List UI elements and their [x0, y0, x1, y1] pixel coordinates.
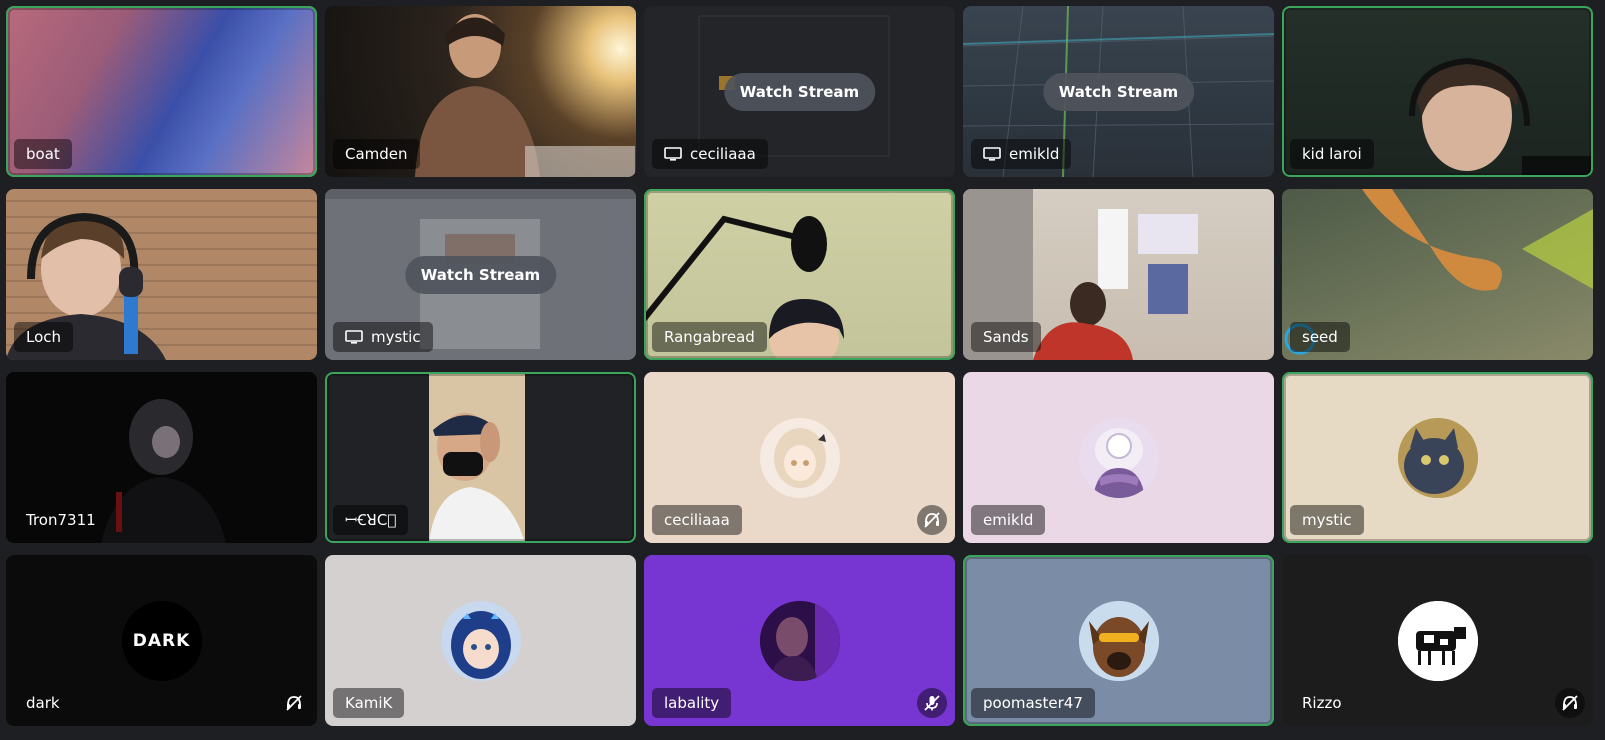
participant-name-label: poomaster47: [971, 688, 1095, 718]
avatar-tile-poomaster47[interactable]: poomaster47: [963, 555, 1274, 726]
headphones-off-icon: [924, 512, 940, 528]
video-tile-camden[interactable]: Camden: [325, 6, 636, 177]
anime-avatar-image: [1092, 427, 1145, 498]
deafened-icon: [1555, 688, 1585, 718]
avatar: [759, 600, 840, 681]
stream-tile-emikld[interactable]: Watch Stream emikld: [963, 6, 1274, 177]
screen-share-icon: [664, 147, 682, 161]
avatar: [1078, 600, 1159, 681]
anime-avatar-image: [773, 427, 826, 488]
watch-stream-button[interactable]: Watch Stream: [404, 255, 557, 294]
avatar-tile-labality[interactable]: labality: [644, 555, 955, 726]
avatar-tile-kamik[interactable]: KamiK: [325, 555, 636, 726]
microphone-off-icon: [924, 695, 940, 711]
participant-name-label: ꟷꞒꓤꓚ⃞: [333, 505, 409, 535]
participant-name-label: mystic: [1290, 505, 1364, 535]
participant-name-label: dark: [26, 694, 60, 712]
avatar-tile-rizzo[interactable]: Rizzo: [1282, 555, 1593, 726]
participant-name: mystic: [371, 328, 421, 346]
muted-icon: [917, 688, 947, 718]
avatar: [759, 417, 840, 498]
avatar: [1078, 417, 1159, 498]
stream-tile-ceciliaaa[interactable]: Watch Stream ceciliaaa: [644, 6, 955, 177]
video-tile-kid-laroi[interactable]: kid laroi: [1282, 6, 1593, 177]
participant-name-label: emikld: [971, 139, 1072, 169]
participant-name: emikld: [1009, 145, 1060, 163]
video-tile-seed[interactable]: seed: [1282, 189, 1593, 360]
screen-share-icon: [983, 147, 1001, 161]
video-tile-loch[interactable]: Loch: [6, 189, 317, 360]
participant-name-label: seed: [1290, 322, 1350, 352]
video-tile-earc[interactable]: ꟷꞒꓤꓚ⃞: [325, 372, 636, 543]
voice-call-grid: boat Camden Watch Stream ceciliaaa Watch…: [6, 6, 1593, 726]
participant-name-label: boat: [14, 139, 72, 169]
participant-name-label: labality: [652, 688, 732, 718]
screen-share-icon: [345, 330, 363, 344]
participant-name: ceciliaaa: [690, 145, 756, 163]
participant-name-label: Camden: [333, 139, 420, 169]
avatar: [1397, 417, 1478, 498]
watch-stream-button[interactable]: Watch Stream: [1042, 72, 1195, 111]
headphones-off-icon: [1562, 695, 1578, 711]
stream-tile-mystic[interactable]: Watch Stream mystic: [325, 189, 636, 360]
avatar: [1397, 600, 1478, 681]
watch-stream-button[interactable]: Watch Stream: [723, 72, 876, 111]
participant-name-label: Tron7311: [26, 511, 96, 529]
selfie-avatar-image: [759, 600, 840, 681]
video-tile-boat[interactable]: boat: [6, 6, 317, 177]
video-tile-sands[interactable]: Sands: [963, 189, 1274, 360]
deafened-icon: [279, 688, 309, 718]
avatar: DARK: [121, 600, 202, 681]
participant-name-label: ceciliaaa: [652, 139, 768, 169]
participant-name-label: kid laroi: [1290, 139, 1374, 169]
participant-name-label: Rizzo: [1302, 694, 1342, 712]
avatar-tile-mystic[interactable]: mystic: [1282, 372, 1593, 543]
participant-name-label: Rangabread: [652, 322, 767, 352]
avatar-tile-ceciliaaa[interactable]: ceciliaaa: [644, 372, 955, 543]
participant-name-label: KamiK: [333, 688, 405, 718]
deafened-icon: [917, 505, 947, 535]
anime-avatar-image: [450, 610, 511, 679]
participant-name-label: mystic: [333, 322, 433, 352]
avatar: [440, 600, 521, 681]
cow-avatar-image: [1397, 600, 1478, 681]
video-tile-rangabread[interactable]: Rangabread: [644, 189, 955, 360]
headphones-off-icon: [286, 695, 302, 711]
participant-name-label: emikld: [971, 505, 1046, 535]
avatar-logo-text: DARK: [132, 630, 191, 651]
participant-name-label: Sands: [971, 322, 1041, 352]
participant-name-label: ceciliaaa: [652, 505, 742, 535]
video-tile-tron7311[interactable]: Tron7311: [6, 372, 317, 543]
cat-avatar-image: [1397, 417, 1478, 498]
participant-name-label: Loch: [14, 322, 74, 352]
avatar-tile-emikld[interactable]: emikld: [963, 372, 1274, 543]
dog-avatar-image: [1078, 600, 1159, 681]
avatar-tile-dark[interactable]: DARK dark: [6, 555, 317, 726]
